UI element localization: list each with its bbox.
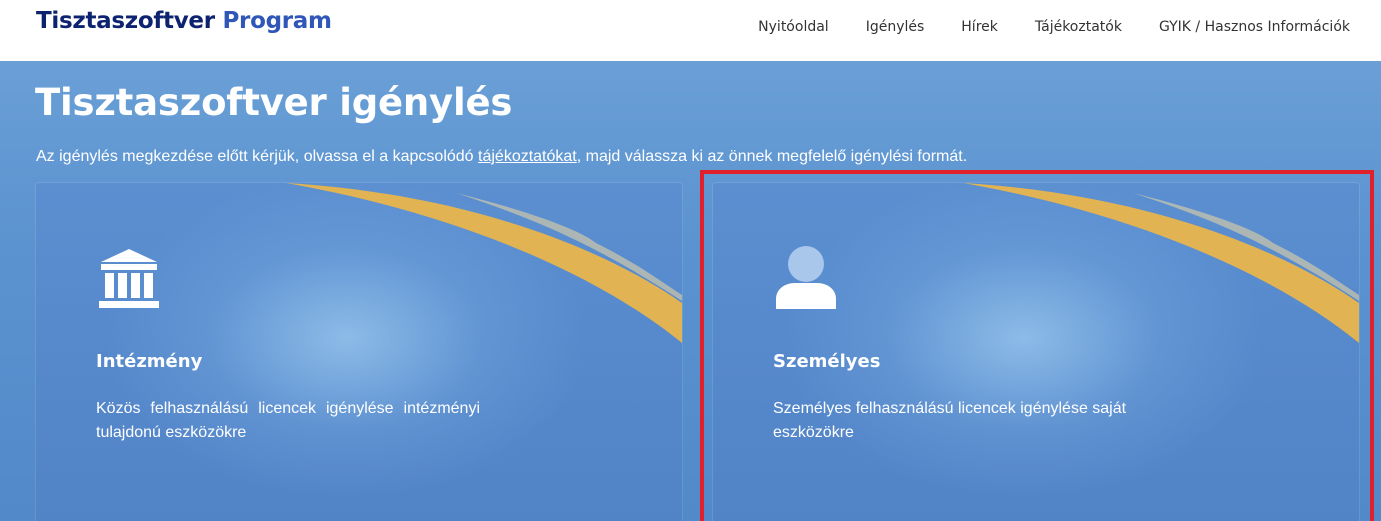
card-personal[interactable]: Személyes Személyes felhasználású licenc… (713, 183, 1359, 521)
brand-main: Tisztaszoftver (36, 8, 215, 34)
hero-description-after: , majd válassza ki az önnek megfelelő ig… (576, 148, 968, 165)
card-description: Közös felhasználású licencek igénylése i… (96, 400, 480, 441)
nav-item-guides[interactable]: Tájékoztatók (1035, 19, 1122, 35)
user-icon (776, 246, 836, 309)
card-description: Személyes felhasználású licencek igénylé… (773, 400, 1127, 441)
top-navbar: Tisztaszoftver Program Nyitóoldal Igényl… (0, 0, 1381, 61)
card-title: Intézmény (96, 351, 203, 372)
page-title: Tisztaszoftver igénylés (35, 81, 513, 124)
card-institution[interactable]: Intézmény Közös felhasználású licencek i… (36, 183, 682, 521)
hero-description-before: Az igénylés megkezdése előtt kérjük, olv… (36, 148, 479, 165)
hero-section: Tisztaszoftver igénylés Az igénylés megk… (0, 61, 1381, 521)
brand-accent: Program (222, 8, 333, 34)
nav-item-request[interactable]: Igénylés (866, 19, 925, 35)
nav-item-faq[interactable]: GYIK / Hasznos Információk (1159, 19, 1350, 35)
guides-link[interactable]: tájékoztatókat (478, 148, 577, 165)
card-title: Személyes (773, 351, 881, 372)
hero-description: Az igénylés megkezdése előtt kérjük, olv… (36, 148, 967, 166)
brand-logo[interactable]: Tisztaszoftver Program (36, 8, 332, 34)
nav-item-news[interactable]: Hírek (961, 19, 998, 35)
main-nav: Nyitóoldal Igénylés Hírek Tájékoztatók G… (758, 19, 1350, 35)
institution-icon (99, 249, 159, 308)
nav-item-home[interactable]: Nyitóoldal (758, 19, 829, 35)
